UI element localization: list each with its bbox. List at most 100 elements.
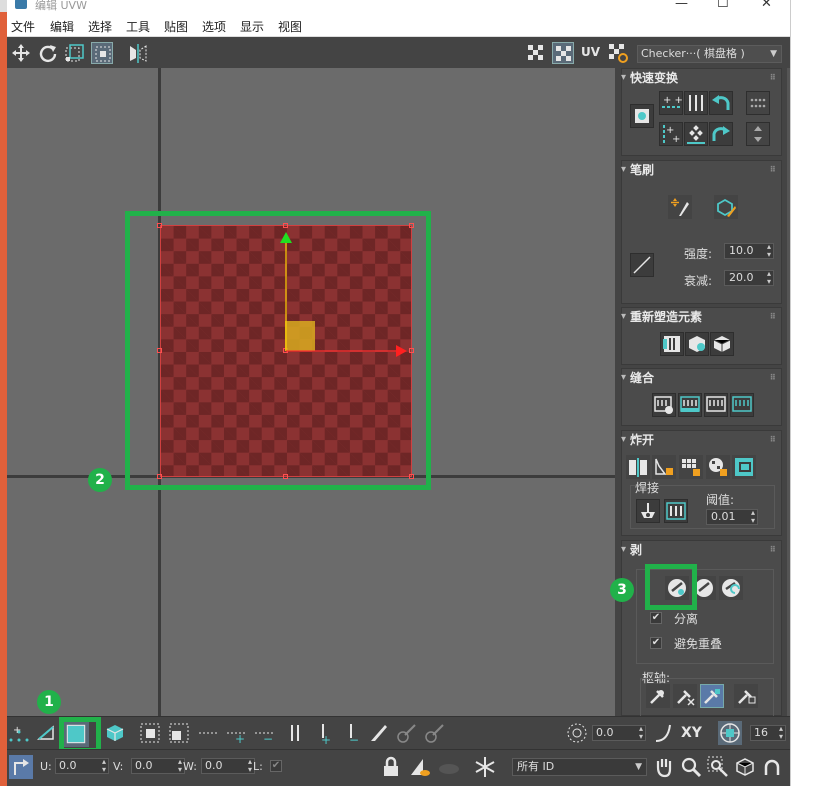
lock-icon[interactable] xyxy=(379,755,403,779)
menu-tools[interactable]: 工具 xyxy=(126,18,150,35)
reset-peel-icon[interactable] xyxy=(719,576,743,600)
explode-checker-icon[interactable] xyxy=(706,455,730,479)
break-icon[interactable] xyxy=(626,455,650,479)
pin-edges-icon[interactable] xyxy=(700,684,724,708)
xy-axis-toggle[interactable]: XY xyxy=(681,725,702,741)
minimize-button[interactable]: — xyxy=(675,0,688,11)
shrink-selection-icon[interactable] xyxy=(167,721,191,745)
menu-file[interactable]: 文件 xyxy=(11,18,35,35)
spinner-arrows-icon[interactable]: ▴ ▾ xyxy=(767,243,771,259)
falloff-curve-icon[interactable] xyxy=(630,253,654,277)
pin-icon[interactable] xyxy=(646,684,670,708)
zoom-region-icon[interactable] xyxy=(706,755,730,779)
loop-grow-icon[interactable]: + xyxy=(225,721,249,746)
w-spinner[interactable]: 0.0 ▴ ▾ xyxy=(201,758,255,774)
weld-target-icon[interactable] xyxy=(636,499,660,523)
flatten-icon[interactable] xyxy=(732,455,756,479)
ring-shrink-icon[interactable]: − xyxy=(339,721,363,747)
stitch-source-icon[interactable] xyxy=(730,393,754,417)
auto-pin-icon[interactable] xyxy=(734,684,758,708)
scale-icon[interactable] xyxy=(64,42,86,64)
vertex-mode-icon[interactable]: + xyxy=(7,721,31,745)
unpin-icon[interactable] xyxy=(673,684,697,708)
uv-label[interactable]: UV xyxy=(581,45,600,59)
spinner-arrows-icon[interactable]: ▴ ▾ xyxy=(178,758,182,774)
spinner-arrows-icon[interactable]: ▴ ▾ xyxy=(102,758,106,774)
rollout-title[interactable]: 缝合 ⠿ xyxy=(621,369,781,387)
maximize-button[interactable]: ☐ xyxy=(717,0,729,11)
checker-show-icon[interactable] xyxy=(525,42,547,64)
ring-icon[interactable] xyxy=(283,721,307,745)
weld-selected-icon[interactable] xyxy=(664,499,688,523)
spinner-arrows-icon[interactable]: ▴ ▾ xyxy=(751,509,755,525)
absolute-offset-icon[interactable] xyxy=(9,755,33,779)
space-vertical-icon[interactable] xyxy=(684,122,708,146)
show-map-icon[interactable] xyxy=(552,42,574,64)
freeform-mode-icon[interactable] xyxy=(91,42,113,64)
explode-polygon-icon[interactable] xyxy=(652,455,676,479)
transform-pivot-icon[interactable] xyxy=(630,104,654,128)
strength-spinner[interactable]: 10.0 ▴ ▾ xyxy=(724,243,774,259)
grow-selection-icon[interactable] xyxy=(138,721,162,745)
align-horizontal-icon[interactable]: + + xyxy=(659,91,683,115)
grid-size-spinner[interactable]: 16 ▴ ▾ xyxy=(750,725,786,741)
id-filter-dropdown[interactable]: 所有 ID ▼ xyxy=(512,758,647,776)
relax-until-flat-icon[interactable] xyxy=(685,332,709,356)
detach-checkbox[interactable]: ✔ xyxy=(650,612,662,624)
rollout-title[interactable]: 重新塑造元素 ⠿ xyxy=(621,308,781,326)
stitch-target-icon[interactable] xyxy=(678,393,702,417)
ring-grow-icon[interactable]: + xyxy=(311,721,335,747)
spinner-arrows-icon[interactable]: ▴ ▾ xyxy=(639,725,643,741)
align-dots-icon[interactable] xyxy=(746,91,770,115)
texture-settings-icon[interactable] xyxy=(607,42,629,64)
paint-select-icon[interactable] xyxy=(367,721,391,745)
grid-snap-icon[interactable] xyxy=(718,721,742,745)
zoom-icon[interactable] xyxy=(679,755,703,779)
lock-uv-checkbox[interactable]: ✔ xyxy=(270,760,282,772)
move-icon[interactable] xyxy=(10,42,32,64)
rollout-title[interactable]: 炸开 ⠿ xyxy=(621,431,781,449)
freeze-shape-icon[interactable] xyxy=(437,755,461,779)
snap-toggle-icon[interactable] xyxy=(760,755,784,779)
rollout-title[interactable]: 笔刷 ⠿ xyxy=(621,161,781,179)
bend-icon[interactable] xyxy=(652,721,676,745)
menu-display[interactable]: 显示 xyxy=(240,18,264,35)
align-vertical-icon[interactable]: + + xyxy=(659,122,683,146)
checker-dropdown[interactable]: Checker···( 棋盘格 ) ▼ xyxy=(637,45,782,63)
menu-edit[interactable]: 编辑 xyxy=(50,18,74,35)
menu-map[interactable]: 贴图 xyxy=(164,18,188,35)
paint-grow-icon[interactable] xyxy=(395,721,419,745)
mirror-icon[interactable] xyxy=(127,42,149,64)
stitch-custom-icon[interactable] xyxy=(652,393,676,417)
spinner-arrows-icon[interactable]: ▴ ▾ xyxy=(248,758,252,774)
menu-options[interactable]: 选项 xyxy=(202,18,226,35)
straighten-selection-icon[interactable] xyxy=(660,332,684,356)
space-horizontal-icon[interactable] xyxy=(684,91,708,115)
spinner-arrows-icon[interactable]: ▴ ▾ xyxy=(779,725,783,741)
threshold-spinner[interactable]: 0.01 ▴ ▾ xyxy=(706,509,758,525)
zoom-extents-icon[interactable] xyxy=(733,755,757,779)
rotate-ccw-icon[interactable] xyxy=(709,91,733,115)
align-arrows-icon[interactable] xyxy=(746,122,770,146)
freeze-icon[interactable] xyxy=(473,755,497,779)
paint-shrink-icon[interactable] xyxy=(423,721,447,745)
v-spinner[interactable]: 0.0 ▴ ▾ xyxy=(131,758,185,774)
rollout-title[interactable]: 快速变换 ⠿ xyxy=(621,69,781,87)
close-button[interactable]: ✕ xyxy=(761,0,772,11)
stitch-average-icon[interactable] xyxy=(704,393,728,417)
element-mode-icon[interactable] xyxy=(103,721,127,745)
avoid-overlap-checkbox[interactable]: ✔ xyxy=(650,637,662,649)
relax-icon[interactable] xyxy=(710,332,734,356)
spinner-arrows-icon[interactable]: ▴ ▾ xyxy=(767,270,771,286)
paint-move-icon[interactable] xyxy=(668,195,692,219)
uv-viewport[interactable]: 2 xyxy=(7,68,615,716)
rotate-cw-icon[interactable] xyxy=(709,122,733,146)
pan-hand-icon[interactable] xyxy=(652,755,676,779)
relax-brush-icon[interactable] xyxy=(714,195,738,219)
edge-mode-icon[interactable] xyxy=(35,721,59,745)
angle-spinner[interactable]: 0.0 ▴ ▾ xyxy=(592,725,646,741)
u-spinner[interactable]: 0.0 ▴ ▾ xyxy=(55,758,109,774)
menu-view[interactable]: 视图 xyxy=(278,18,302,35)
ring-select-icon[interactable] xyxy=(197,721,221,745)
menu-select[interactable]: 选择 xyxy=(88,18,112,35)
